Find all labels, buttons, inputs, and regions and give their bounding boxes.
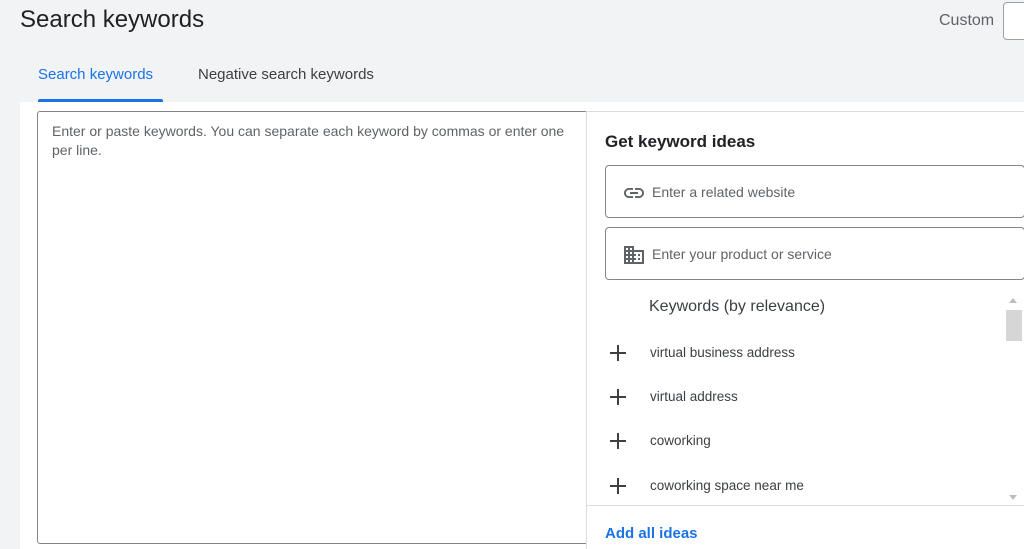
keyword-idea-row: coworking space near me: [605, 466, 995, 510]
scroll-up-arrow[interactable]: [1009, 298, 1017, 303]
keyword-idea-row: coworking: [605, 421, 995, 465]
keyword-idea-row: virtual business address: [605, 333, 995, 377]
scroll-thumb[interactable]: [1006, 310, 1022, 341]
keywords-list-header: Keywords (by relevance): [649, 298, 826, 315]
add-all-ideas-button[interactable]: Add all ideas: [605, 525, 698, 542]
add-keyword-icon[interactable]: [609, 344, 627, 362]
page-title: Search keywords: [20, 6, 205, 33]
keywords-textarea[interactable]: [37, 111, 588, 544]
tab-bar: Search keywords Negative search keywords: [20, 56, 1000, 102]
keyword-idea-row: virtual address: [605, 377, 995, 421]
tab-label: Negative search keywords: [198, 66, 374, 83]
tab-label: Search keywords: [38, 66, 154, 83]
date-range-select[interactable]: [1003, 2, 1024, 40]
add-keyword-icon[interactable]: [609, 432, 627, 450]
link-icon: [622, 181, 646, 205]
product-service-input[interactable]: [652, 228, 1012, 279]
keyword-idea-text: virtual address: [650, 389, 738, 404]
keyword-idea-text: coworking space near me: [650, 478, 804, 493]
keywords-scrollbar[interactable]: [1004, 292, 1024, 504]
related-website-field[interactable]: [605, 165, 1024, 218]
add-keyword-icon[interactable]: [609, 388, 627, 406]
date-range-label: Custom: [939, 12, 995, 29]
tab-search-keywords[interactable]: Search keywords: [38, 56, 163, 102]
keyword-ideas-panel: Get keyword ideas Keywords (by relevance…: [586, 111, 1024, 549]
keyword-idea-text: virtual business address: [650, 345, 795, 360]
product-service-field[interactable]: [605, 227, 1024, 280]
ideas-title: Get keyword ideas: [605, 132, 756, 151]
tab-negative-search-keywords[interactable]: Negative search keywords: [198, 56, 398, 102]
scroll-down-arrow[interactable]: [1009, 495, 1017, 500]
panel-divider: [587, 505, 1024, 506]
related-website-input[interactable]: [652, 166, 1012, 217]
keyword-idea-text: coworking: [650, 433, 711, 448]
business-icon: [622, 243, 646, 267]
add-keyword-icon[interactable]: [609, 477, 627, 495]
main-content: Get keyword ideas Keywords (by relevance…: [20, 102, 1024, 549]
